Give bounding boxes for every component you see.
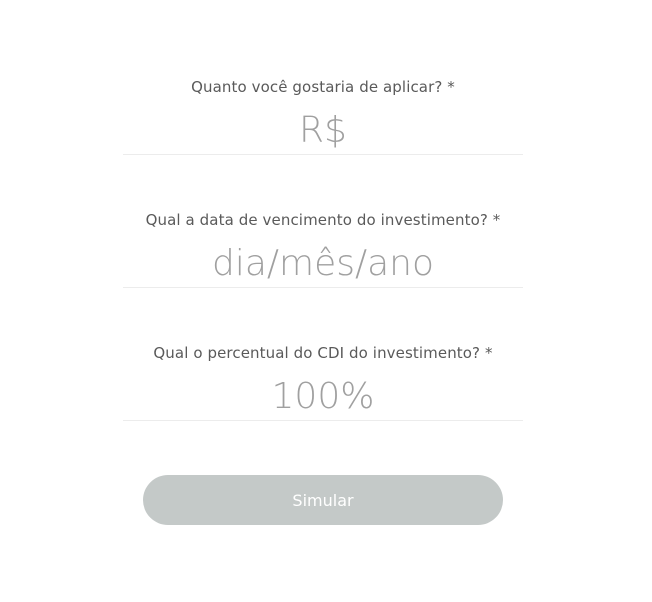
- simulate-button[interactable]: Simular: [143, 475, 503, 525]
- amount-field: Quanto você gostaria de aplicar? *: [123, 78, 523, 155]
- cdi-percent-label: Qual o percentual do CDI do investimento…: [153, 344, 493, 362]
- maturity-date-label: Qual a data de vencimento do investiment…: [145, 211, 501, 229]
- amount-input[interactable]: [123, 106, 523, 155]
- cdi-percent-input[interactable]: [123, 372, 523, 421]
- maturity-date-field: Qual a data de vencimento do investiment…: [123, 211, 523, 288]
- cdi-percent-field: Qual o percentual do CDI do investimento…: [123, 344, 523, 421]
- maturity-date-input[interactable]: [123, 239, 523, 288]
- amount-label: Quanto você gostaria de aplicar? *: [191, 78, 455, 96]
